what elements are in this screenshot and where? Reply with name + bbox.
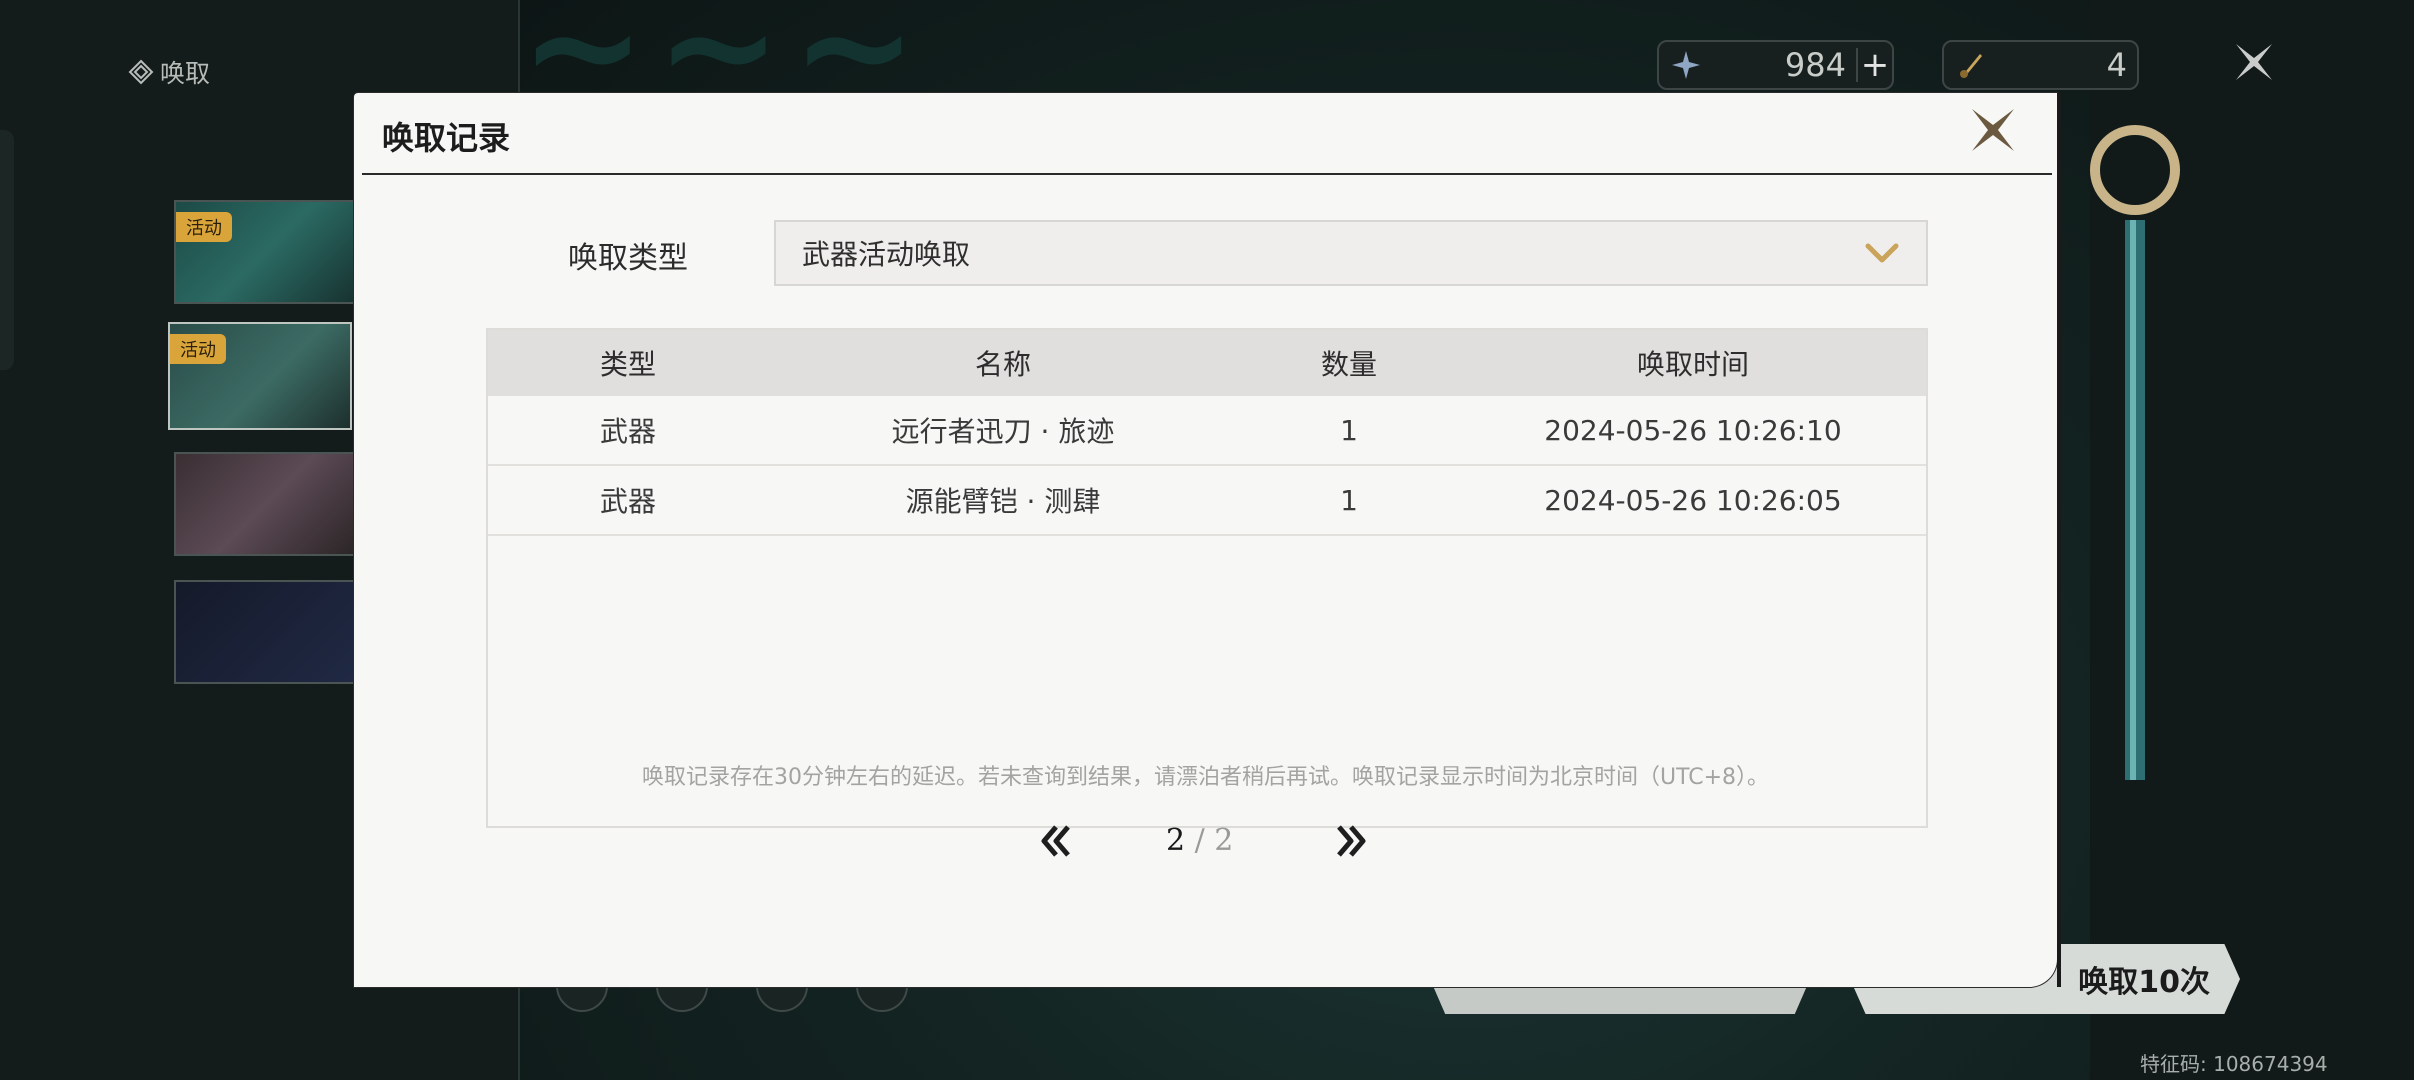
banner-tab-standard-character[interactable] xyxy=(174,452,358,556)
close-icon[interactable] xyxy=(2232,40,2276,84)
summon-record-dialog: 唤取记录 唤取类型 武器活动唤取 类型 名称 数量 唤取时间 武器 远行者迅刀 … xyxy=(354,93,2061,987)
add-currency-button[interactable]: + xyxy=(1856,45,1892,85)
forging-tide-icon xyxy=(1960,54,1982,78)
header-type: 类型 xyxy=(599,348,656,381)
banner-tab-standard-weapon[interactable] xyxy=(174,580,358,684)
header-name: 名称 xyxy=(974,348,1031,381)
chevron-down-icon xyxy=(1865,243,1899,263)
astrite-icon xyxy=(1672,51,1700,79)
forging-tide-counter: 4 xyxy=(1942,40,2139,90)
forging-tide-value: 4 xyxy=(2106,46,2127,84)
table-row: 武器 源能臂铠 · 测肆 1 2024-05-26 10:26:05 xyxy=(488,466,1926,536)
row-quantity: 1 xyxy=(1340,483,1358,517)
table-row: 武器 远行者迅刀 · 旅迹 1 2024-05-26 10:26:10 xyxy=(488,396,1926,466)
record-table: 类型 名称 数量 唤取时间 武器 远行者迅刀 · 旅迹 1 2024-05-26… xyxy=(486,328,1928,828)
banner-tab-weapon-event[interactable]: 活动 xyxy=(168,322,352,430)
total-pages: 2 xyxy=(1214,823,1234,858)
event-tag: 活动 xyxy=(176,212,232,242)
close-icon[interactable] xyxy=(1968,105,2018,155)
row-name: 源能臂铠 · 测肆 xyxy=(905,485,1101,518)
row-type: 武器 xyxy=(599,485,656,518)
summon-page-title: 唤取 xyxy=(128,54,210,90)
astrite-value: 984 xyxy=(1784,46,1846,84)
double-chevron-right-icon[interactable] xyxy=(1329,819,1373,863)
pagination: 2 / 2 xyxy=(354,813,2057,873)
delay-notice: 唤取记录存在30分钟左右的延迟。若未查询到结果，请漂泊者稍后再试。唤取记录显示时… xyxy=(641,765,1770,790)
current-page: 2 xyxy=(1166,823,1186,858)
page-indicator: 2 / 2 xyxy=(1166,823,1233,858)
summon-page-title-text: 唤取 xyxy=(160,59,211,88)
dialog-header: 唤取记录 xyxy=(354,93,2057,173)
page-separator: / xyxy=(1194,823,1205,858)
side-drawer-handle[interactable] xyxy=(0,130,14,370)
row-time: 2024-05-26 10:26:10 xyxy=(1544,413,1842,447)
header-divider xyxy=(362,173,2052,175)
row-name: 远行者迅刀 · 旅迹 xyxy=(891,415,1115,448)
banner-tab-character-event[interactable]: 活动 xyxy=(174,200,358,304)
event-tag: 活动 xyxy=(170,334,226,364)
dialog-title: 唤取记录 xyxy=(382,119,511,157)
row-type: 武器 xyxy=(599,415,656,448)
summon-type-label: 唤取类型 xyxy=(568,241,688,276)
summon-type-value: 武器活动唤取 xyxy=(802,238,971,271)
astrite-counter: 984 + xyxy=(1657,40,1894,90)
summon-type-dropdown[interactable]: 武器活动唤取 xyxy=(774,220,1928,286)
header-quantity: 数量 xyxy=(1320,348,1377,381)
row-quantity: 1 xyxy=(1340,413,1358,447)
summon-10-label: 唤取10次 xyxy=(2078,965,2210,1000)
feature-code: 特征码: 108674394 xyxy=(2140,1052,2328,1076)
table-header-row: 类型 名称 数量 唤取时间 xyxy=(488,330,1926,396)
row-time: 2024-05-26 10:26:05 xyxy=(1544,483,1842,517)
header-time: 唤取时间 xyxy=(1636,348,1749,381)
double-chevron-left-icon[interactable] xyxy=(1034,819,1078,863)
weapon-artwork xyxy=(2090,125,2180,780)
summon-icon xyxy=(128,59,154,85)
